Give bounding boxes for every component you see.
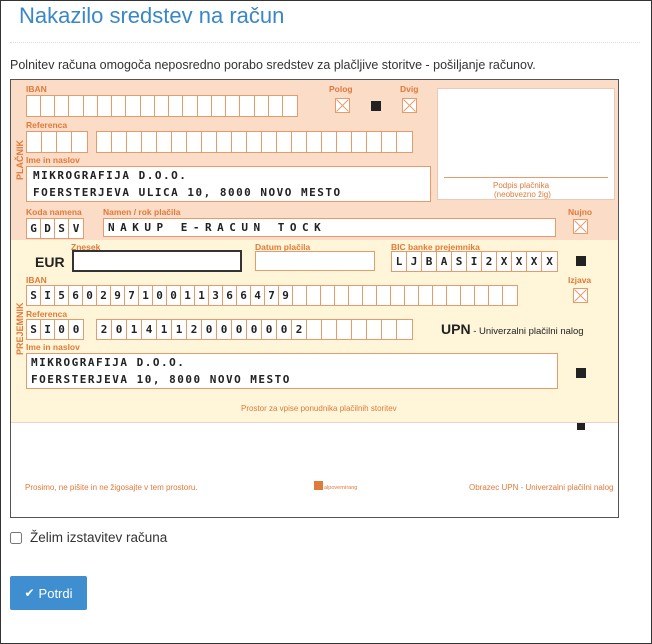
purpose-code-field: GDSV <box>26 218 84 239</box>
recipient-name-label: Ime in naslov <box>26 342 80 352</box>
dvig-checkbox[interactable] <box>402 98 417 113</box>
signature-line <box>444 177 608 178</box>
divider <box>10 42 640 43</box>
perforation <box>11 422 618 431</box>
payer-name-label: Ime in naslov <box>26 155 80 165</box>
payer-reference-label: Referenca <box>26 120 68 130</box>
footer-logo-text: alpovernirang <box>324 485 358 491</box>
payment-date-field <box>255 251 375 271</box>
marker-square <box>371 101 381 111</box>
amount-input[interactable] <box>72 250 242 272</box>
recipient-iban-label: IBAN <box>26 275 47 285</box>
signature-sublabel: (neobvezno žig) <box>494 190 551 199</box>
nujno-checkbox[interactable] <box>573 219 588 234</box>
marker-square <box>577 423 585 430</box>
upn-form: PLAČNIK IBAN Polog Dvig Referenca Ime in… <box>10 79 619 518</box>
dvig-label: Dvig <box>400 84 419 94</box>
bic-field: LJBASI2XXXX <box>391 251 558 272</box>
recipient-reference-model: SI00 <box>26 319 84 340</box>
purpose-code-label: Koda namena <box>26 207 82 217</box>
upn-title: UPN - Univerzalni plačilni nalog <box>441 321 584 337</box>
page-title: Nakazilo sredstev na račun <box>19 3 285 28</box>
izjava-checkbox[interactable] <box>573 288 588 303</box>
page-description: Polnitev računa omogoča neposredno porab… <box>10 58 536 72</box>
submit-button[interactable]: ✔ Potrdi <box>10 576 87 610</box>
recipient-name-line2: FOERSTERJEVA 10, 8000 NOVO MESTO <box>31 373 291 386</box>
signature-label: Podpis plačnika <box>493 181 550 190</box>
recipient-section-label: PREJEMNIK <box>15 302 25 355</box>
recipient-name-line1: MIKROGRAFIJA D.O.O. <box>31 356 186 369</box>
footer-logo-icon <box>314 481 323 490</box>
purpose-label: Namen / rok plačila <box>103 207 181 217</box>
footer-notice: Prosimo, ne pišite in ne žigosajte v tem… <box>25 483 198 492</box>
payer-section-label: PLAČNIK <box>15 140 25 180</box>
invoice-checkbox-label: Želim izstavitev računa <box>30 530 168 545</box>
payer-name-line2: FOERSTERJEVA ULICA 10, 8000 NOVO MESTO <box>33 186 342 199</box>
marker-square <box>576 368 586 378</box>
provider-space-label: Prostor za vpise ponudnika plačilnih sto… <box>241 404 397 413</box>
polog-checkbox[interactable] <box>335 98 350 113</box>
payer-reference-model <box>26 131 88 153</box>
purpose-value: NAKUP E-RACUN TOCK <box>108 221 327 234</box>
check-icon: ✔ <box>24 586 35 600</box>
payer-iban-label: IBAN <box>26 84 47 94</box>
submit-label: Potrdi <box>38 585 73 601</box>
marker-square <box>576 256 586 266</box>
nujno-label: Nujno <box>568 207 593 217</box>
invoice-checkbox-row[interactable]: Želim izstavitev računa <box>10 530 167 545</box>
recipient-reference-label: Referenca <box>26 309 68 319</box>
izjava-label: Izjava <box>568 275 592 285</box>
payer-reference-field <box>96 131 413 153</box>
invoice-checkbox[interactable] <box>10 531 22 544</box>
recipient-reference-field: 20141120000002 <box>96 319 413 340</box>
currency-label: EUR <box>35 254 65 270</box>
payer-iban-field <box>26 95 298 117</box>
polog-label: Polog <box>329 84 353 94</box>
recipient-iban-field: SI56029710011366479 <box>26 285 518 306</box>
payer-name-line1: MIKROGRAFIJA D.O.O. <box>33 169 188 182</box>
footer-form-name: Obrazec UPN - Univerzalni plačilni nalog <box>469 483 614 492</box>
